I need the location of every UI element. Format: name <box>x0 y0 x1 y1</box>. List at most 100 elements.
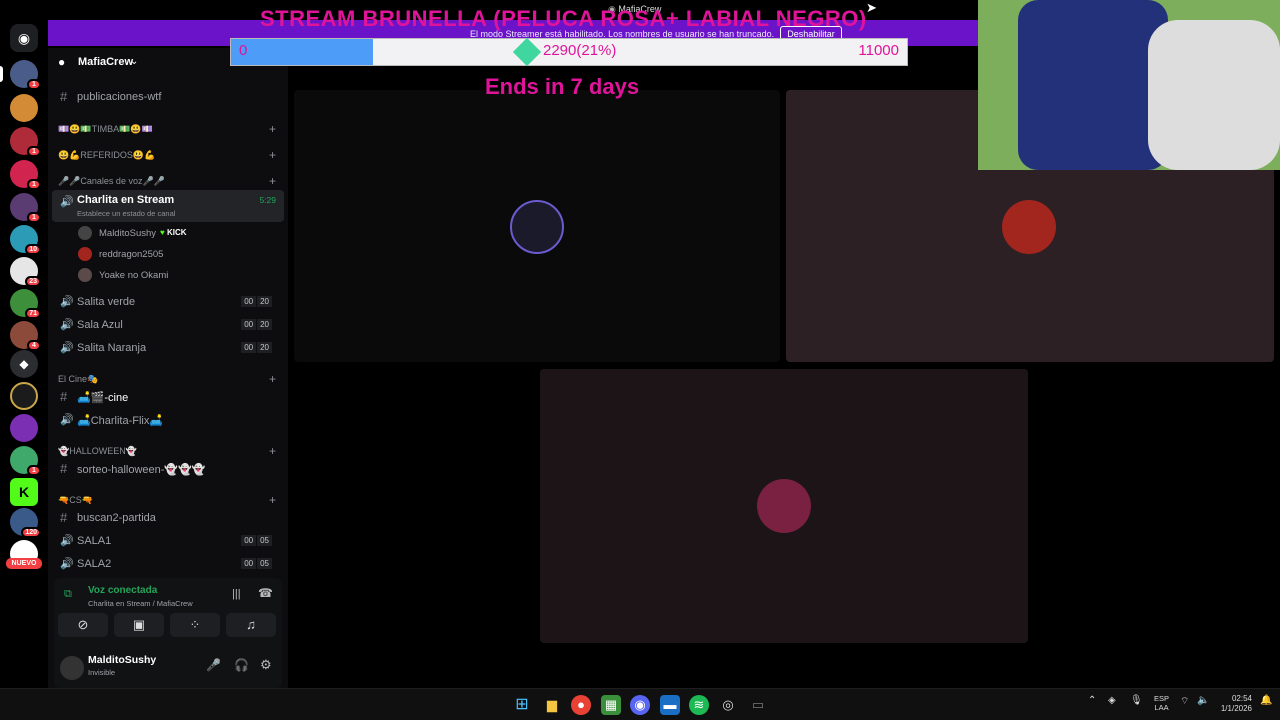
channel-sidebar: ● MafiaCrew ⌄ # publicaciones-wtf 💷😃💵TIMB… <box>48 48 288 688</box>
channel-sala2[interactable]: 🔊 SALA2 00 05 <box>54 554 282 575</box>
server-icon[interactable]: 1 <box>10 160 41 190</box>
minecraft-icon[interactable]: ▦ <box>601 695 621 715</box>
goal-min: 0 <box>239 42 248 59</box>
badge: 71 <box>25 308 41 319</box>
server-icon[interactable]: 71 <box>10 289 41 319</box>
windows-taskbar: ⊞ ▆ ● ▦ ◉ ▬ ≋ ◎ ▭ ⌃ ◈ 🎙 ESP LAA ⌔ 🔈 02:54… <box>0 688 1280 720</box>
volume-icon[interactable]: 🔈 <box>1197 695 1209 706</box>
discord-icon[interactable]: ◉ <box>630 695 650 715</box>
server-icon[interactable] <box>10 382 38 410</box>
discord-home-icon[interactable]: ◉ <box>10 24 38 52</box>
lang-primary: ESP <box>1154 694 1170 703</box>
channel-label: Salita verde <box>77 296 136 308</box>
badge: 1 <box>27 465 41 476</box>
category-cine[interactable]: El Cine🎭 + <box>58 372 282 388</box>
category-timba[interactable]: 💷😃💵TIMBA💵😃💷 + <box>58 122 282 138</box>
photos-icon[interactable]: ▬ <box>660 695 680 715</box>
screen-share-button[interactable]: ▣ <box>114 613 164 637</box>
clock[interactable]: 02:54 1/1/2026 <box>1216 694 1252 714</box>
add-channel-icon[interactable]: + <box>269 372 276 386</box>
server-icon[interactable]: 4 <box>10 321 41 351</box>
noise-suppression-icon[interactable]: ||| <box>232 588 241 600</box>
channel-buscan2-partida[interactable]: # buscan2-partida <box>54 508 282 529</box>
avatar <box>78 268 92 282</box>
limit-max: 20 <box>257 319 272 330</box>
channel-status-text[interactable]: Establece un estado de canal <box>77 209 175 218</box>
user-status: Invisible <box>88 668 116 677</box>
file-explorer-icon[interactable]: ▆ <box>542 695 562 715</box>
gear-icon[interactable]: ⚙ <box>260 657 272 673</box>
disconnect-icon[interactable]: ☎ <box>258 586 273 600</box>
kick-server-icon[interactable]: K <box>10 478 38 506</box>
channel-publicaciones[interactable]: # publicaciones-wtf <box>54 87 282 108</box>
channel-sorteo-halloween[interactable]: # sorteo-halloween-👻👻👻 <box>54 459 282 480</box>
server-icon[interactable] <box>10 94 38 122</box>
server-icon[interactable]: 23 <box>10 257 41 287</box>
channel-label: buscan2-partida <box>77 512 156 524</box>
channel-charlita-flix[interactable]: 🔊 🛋️Charlita-Flix🛋️ <box>54 410 282 431</box>
soundboard-button[interactable]: ♫ <box>226 613 276 637</box>
badge: 4 <box>27 340 41 351</box>
headphones-icon[interactable]: 🎧 <box>234 658 249 672</box>
server-icon[interactable] <box>10 414 38 442</box>
obs-icon[interactable]: ◎ <box>718 695 738 715</box>
member-name: MalditoSushy <box>99 228 157 239</box>
activities-button[interactable]: ⁘ <box>170 613 220 637</box>
person <box>1148 20 1280 170</box>
channel-label: Salita Naranja <box>77 342 147 354</box>
language-indicator[interactable]: ESP LAA <box>1154 694 1169 712</box>
server-icon[interactable]: 1 <box>10 193 41 223</box>
server-icon[interactable]: 1 <box>10 60 41 90</box>
voice-speaker-icon: 🔊 <box>60 558 74 570</box>
server-icon[interactable]: 1 <box>10 127 41 157</box>
voice-speaker-icon: 🔊 <box>60 342 74 354</box>
add-channel-icon[interactable]: + <box>269 148 276 162</box>
channel-salita-naranja[interactable]: 🔊 Salita Naranja 00 20 <box>54 338 282 359</box>
user-limit: 00 20 <box>240 319 272 330</box>
add-channel-icon[interactable]: + <box>269 122 276 136</box>
category-label: 💷😃💵TIMBA💵😃💷 <box>58 124 153 134</box>
network-icon[interactable]: ◈ <box>1108 695 1116 706</box>
spotify-icon[interactable]: ≋ <box>689 695 709 715</box>
add-channel-icon[interactable]: + <box>269 444 276 458</box>
notification-bell-icon[interactable]: 🔔 <box>1260 695 1272 706</box>
add-channel-icon[interactable]: + <box>269 174 276 188</box>
app-icon[interactable]: ▭ <box>748 695 768 715</box>
limit-users: 00 <box>241 535 257 546</box>
signal-icon[interactable]: ⧉ <box>64 588 72 601</box>
windows-start-icon[interactable]: ⊞ <box>512 695 532 715</box>
participant-tile[interactable] <box>294 90 780 362</box>
server-icon[interactable]: 1 <box>10 446 41 476</box>
channel-sala-azul[interactable]: 🔊 Sala Azul 00 20 <box>54 315 282 336</box>
category-cs[interactable]: 🔫CS🔫 + <box>58 493 282 509</box>
channel-label: sorteo-halloween-👻👻👻 <box>77 464 206 476</box>
text-channel-icon: # <box>60 510 68 525</box>
channel-sala1[interactable]: 🔊 SALA1 00 05 <box>54 531 282 552</box>
add-channel-icon[interactable]: + <box>269 493 276 507</box>
channel-salita-verde[interactable]: 🔊 Salita verde 00 20 <box>54 292 282 313</box>
game-controller-icon[interactable]: ◆ <box>10 350 38 378</box>
category-halloween[interactable]: 👻HALLOWEEN👻 + <box>58 444 282 460</box>
chrome-icon[interactable]: ● <box>571 695 591 715</box>
microphone-icon[interactable]: 🎙 <box>1130 695 1143 706</box>
wifi-icon[interactable]: ⌔ <box>1180 695 1189 708</box>
server-icon[interactable]: 10 <box>10 225 41 255</box>
category-label: 👻HALLOWEEN👻 <box>58 446 137 456</box>
category-referidos[interactable]: 😃💪REFERIDOS😃💪 + <box>58 148 282 164</box>
channel-charlita-stream[interactable]: 🔊 Charlita en Stream Establece un estado… <box>52 190 284 222</box>
microphone-icon[interactable]: 🎤 <box>206 658 221 672</box>
category-voz[interactable]: 🎤🎤Canales de voz🎤🎤 + <box>58 174 282 190</box>
limit-max: 05 <box>257 535 272 546</box>
mouse-cursor-icon: ➤ <box>866 0 877 15</box>
badge: 1 <box>27 146 41 157</box>
server-icon[interactable]: 120 <box>10 508 41 538</box>
participant-tile[interactable] <box>540 369 1028 643</box>
voice-speaker-icon: 🔊 <box>60 196 74 208</box>
channel-cine[interactable]: # 🛋️🎬-cine <box>54 387 282 408</box>
badge: 1 <box>27 179 41 190</box>
voice-location[interactable]: Charlita en Stream / MafiaCrew <box>88 599 193 608</box>
camera-off-button[interactable]: ⊘ <box>58 613 108 637</box>
tray-chevron-icon[interactable]: ⌃ <box>1088 695 1096 706</box>
avatar[interactable] <box>60 656 84 680</box>
limit-max: 20 <box>257 342 272 353</box>
